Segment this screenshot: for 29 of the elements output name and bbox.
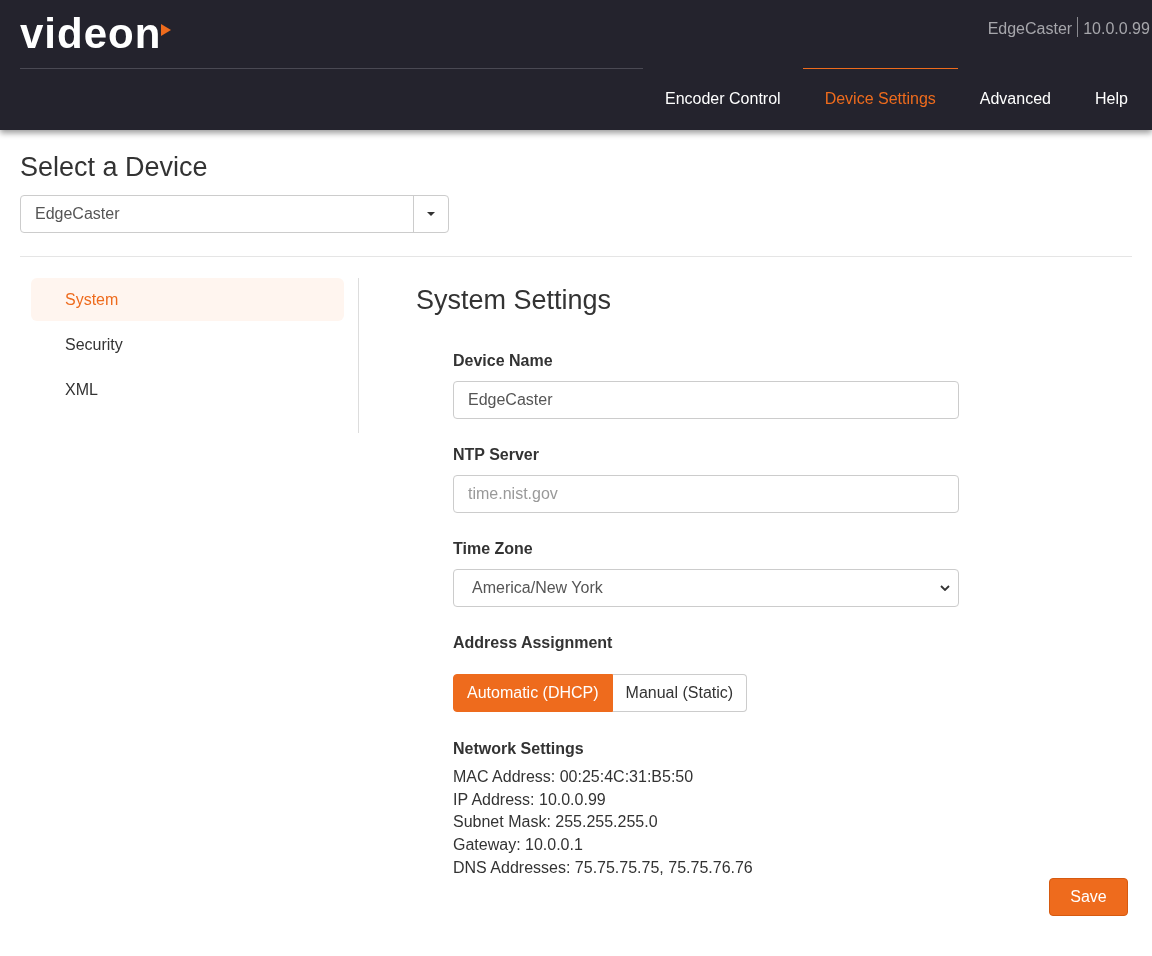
nav-tab[interactable]: Advanced bbox=[957, 68, 1073, 130]
caret-icon bbox=[427, 212, 435, 216]
network-info-line: Gateway: 10.0.0.1 bbox=[453, 835, 584, 856]
time-zone-select[interactable]: America/New York bbox=[453, 569, 959, 607]
network-info-line: MAC Address: 00:25:4C:31:B5:50 bbox=[453, 767, 695, 787]
page-title: Select a Device bbox=[20, 152, 209, 182]
field-label: NTP Server bbox=[453, 445, 540, 465]
nav-tab[interactable]: Help bbox=[1072, 68, 1150, 130]
field-label: Time Zone bbox=[453, 539, 534, 559]
sidebar-item[interactable]: XML bbox=[31, 368, 344, 411]
nav-tab[interactable]: Encoder Control bbox=[643, 68, 803, 130]
play-triangle-icon bbox=[160, 24, 172, 36]
chevron-down-icon bbox=[940, 585, 950, 591]
ntp-server-field[interactable]: time.nist.gov bbox=[453, 475, 959, 513]
sidebar-item[interactable]: Security bbox=[31, 323, 344, 366]
assignment-toggle[interactable]: Manual (Static) bbox=[612, 674, 748, 712]
device-select[interactable]: EdgeCaster bbox=[20, 195, 449, 233]
field-label: Device Name bbox=[453, 351, 554, 371]
network-info-line: IP Address: 10.0.0.99 bbox=[453, 789, 607, 810]
device-ip: 10.0.0.99 bbox=[1083, 19, 1150, 39]
section-title: System Settings bbox=[416, 285, 613, 315]
device-name-field[interactable]: EdgeCaster bbox=[453, 381, 959, 419]
nav-tab[interactable]: Device Settings bbox=[802, 68, 958, 130]
network-settings-title: Network Settings bbox=[453, 739, 585, 759]
device-name: EdgeCaster bbox=[987, 19, 1073, 39]
network-info-line: Subnet Mask: 255.255.255.0 bbox=[453, 812, 659, 833]
logo: videon bbox=[20, 10, 162, 58]
network-info-line: DNS Addresses: 75.75.75.75, 75.75.76.76 bbox=[453, 857, 754, 878]
field-label: Address Assignment bbox=[453, 633, 614, 653]
